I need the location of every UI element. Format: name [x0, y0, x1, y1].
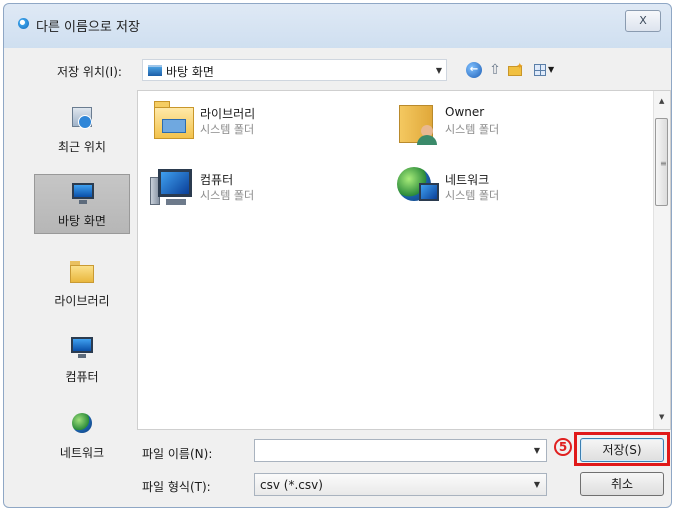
place-label: 컴퓨터 — [65, 370, 99, 384]
chevron-down-icon[interactable]: ▼ — [534, 446, 540, 455]
place-library[interactable]: 라이브러리 — [34, 253, 130, 313]
back-icon[interactable]: ← — [466, 62, 482, 78]
item-name: 컴퓨터 — [200, 173, 234, 187]
step-number-badge: 5 — [554, 438, 572, 456]
place-recent[interactable]: 최근 위치 — [34, 99, 130, 159]
file-list: 라이브러리 시스템 폴더 Owner 시스템 폴더 컴퓨터 시스템 폴더 네트워… — [137, 90, 671, 430]
chevron-down-icon: ▼ — [435, 66, 442, 75]
place-label: 바탕 화면 — [58, 214, 106, 228]
user-folder-icon — [393, 97, 443, 147]
list-item[interactable]: 라이브러리 시스템 폴더 — [148, 97, 368, 153]
desktop-icon — [69, 181, 97, 207]
save-as-dialog: 다른 이름으로 저장 X 저장 위치(I): 바탕 화면 ▼ ← ⇧ ✦ ▼ 최… — [3, 3, 672, 508]
window-title: 다른 이름으로 저장 — [36, 20, 140, 35]
close-button[interactable]: X — [625, 10, 661, 32]
item-type: 시스템 폴더 — [445, 189, 500, 202]
place-label: 최근 위치 — [58, 140, 106, 154]
place-label: 라이브러리 — [54, 294, 110, 308]
item-name: 라이브러리 — [200, 107, 256, 121]
save-in-value: 바탕 화면 — [166, 65, 214, 79]
filename-input[interactable] — [257, 442, 531, 461]
library-icon — [68, 259, 96, 285]
cancel-button[interactable]: 취소 — [580, 472, 664, 496]
places-bar: 최근 위치 바탕 화면 라이브러리 컴퓨터 네트워크 — [34, 95, 130, 480]
place-computer[interactable]: 컴퓨터 — [34, 329, 130, 389]
place-network[interactable]: 네트워크 — [34, 405, 130, 465]
recent-places-icon — [68, 105, 96, 131]
item-type: 시스템 폴더 — [200, 123, 255, 136]
scroll-down-icon[interactable]: ▼ — [659, 413, 664, 421]
item-type: 시스템 폴더 — [200, 189, 255, 202]
place-desktop[interactable]: 바탕 화면 — [34, 174, 130, 234]
item-name: Owner — [445, 105, 485, 119]
save-in-dropdown[interactable]: 바탕 화면 ▼ — [142, 59, 447, 81]
save-button[interactable]: 저장(S) — [580, 438, 664, 462]
app-icon — [18, 18, 29, 29]
network-icon — [68, 411, 96, 437]
list-item[interactable]: 컴퓨터 시스템 폴더 — [148, 163, 368, 219]
library-folder-icon — [148, 97, 198, 147]
item-type: 시스템 폴더 — [445, 123, 500, 136]
scroll-thumb[interactable]: ≡ — [655, 118, 668, 206]
place-label: 네트워크 — [59, 446, 105, 460]
view-menu-icon[interactable]: ▼ — [534, 62, 554, 78]
vertical-scrollbar[interactable]: ▲ ≡ ▼ — [653, 91, 670, 429]
filename-label: 파일 이름(N): — [142, 447, 213, 461]
network-icon — [393, 163, 443, 213]
computer-icon — [68, 335, 96, 361]
filetype-label: 파일 형식(T): — [142, 480, 211, 494]
computer-icon — [148, 163, 198, 213]
new-folder-icon[interactable]: ✦ — [507, 62, 524, 78]
scroll-up-icon[interactable]: ▲ — [659, 97, 664, 105]
item-name: 네트워크 — [445, 173, 490, 187]
list-item[interactable]: 네트워크 시스템 폴더 — [393, 163, 613, 219]
save-in-label: 저장 위치(I): — [57, 65, 122, 79]
desktop-icon — [148, 65, 162, 76]
chevron-down-icon: ▼ — [533, 480, 540, 489]
title-bar: 다른 이름으로 저장 X — [4, 4, 671, 40]
filetype-value: csv (*.csv) — [260, 478, 323, 492]
filename-field[interactable]: ▼ — [254, 439, 547, 462]
list-item[interactable]: Owner 시스템 폴더 — [393, 97, 613, 153]
filetype-dropdown[interactable]: csv (*.csv) ▼ — [254, 473, 547, 496]
up-folder-icon[interactable]: ⇧ — [487, 62, 503, 78]
